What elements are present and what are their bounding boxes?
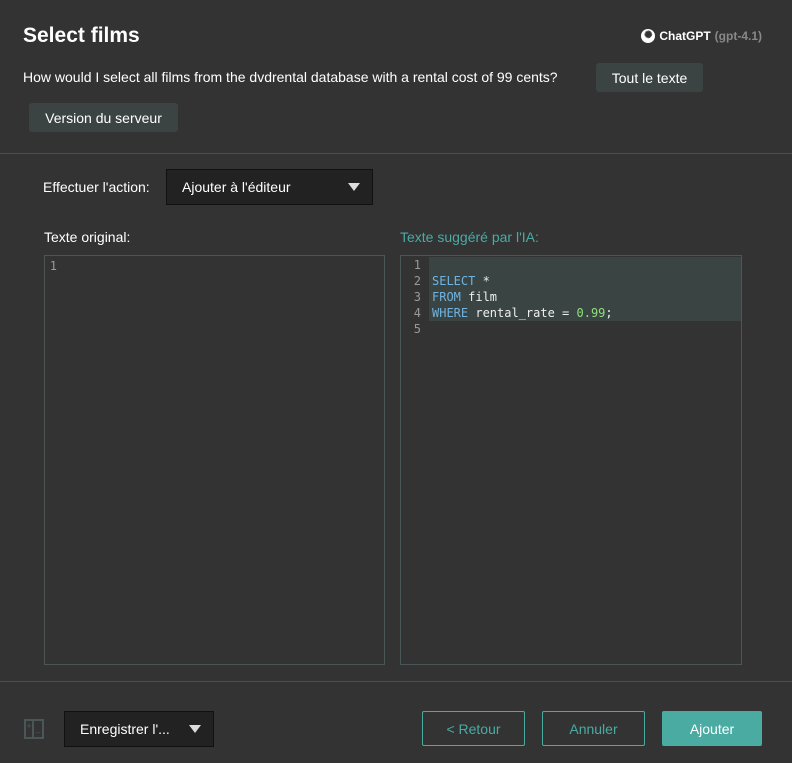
model-name: (gpt-4.1)	[714, 29, 762, 43]
original-label: Texte original:	[44, 229, 131, 245]
openai-logo-icon: ✺	[641, 29, 656, 43]
save-select[interactable]: Enregistrer l'...	[64, 711, 214, 747]
action-select-value: Ajouter à l'éditeur	[182, 179, 291, 195]
code-keyword: FROM	[432, 290, 461, 304]
add-button[interactable]: Ajouter	[662, 711, 762, 746]
action-select[interactable]: Ajouter à l'éditeur	[166, 169, 373, 205]
back-button[interactable]: < Retour	[422, 711, 525, 746]
dialog-title: Select films	[23, 24, 140, 47]
line-number: 1	[49, 259, 57, 273]
divider	[0, 153, 792, 154]
original-editor[interactable]: 1	[44, 255, 385, 665]
code-text: film	[460, 290, 498, 304]
divider	[0, 681, 792, 682]
line-number: 4	[413, 306, 421, 320]
chip-server-version[interactable]: Version du serveur	[29, 103, 178, 132]
chip-full-text[interactable]: Tout le texte	[596, 63, 703, 92]
code-text: *	[475, 274, 490, 288]
cancel-button[interactable]: Annuler	[542, 711, 645, 746]
line-number: 2	[413, 274, 421, 288]
chevron-down-icon	[348, 183, 360, 191]
code-text: rental_rate =	[468, 306, 577, 320]
suggested-editor[interactable]: 1 2 SELECT * 3 FROM film 4 WHERE rental_rat…	[400, 255, 742, 665]
code-keyword: SELECT	[432, 274, 476, 288]
ai-provider: ✺ ChatGPT (gpt-4.1)	[641, 29, 762, 43]
code-text: ;	[605, 306, 613, 320]
chevron-down-icon	[189, 725, 201, 733]
brand-name: ChatGPT	[659, 29, 711, 43]
save-select-value: Enregistrer l'...	[80, 721, 170, 737]
prompt-text: How would I select all films from the dv…	[23, 69, 558, 85]
action-label: Effectuer l'action:	[43, 179, 150, 195]
line-number: 1	[413, 258, 421, 272]
code-keyword: WHERE	[432, 306, 469, 320]
code-number: 0.99	[576, 306, 606, 320]
suggested-label: Texte suggéré par l'IA:	[400, 229, 539, 245]
line-number: 5	[413, 322, 421, 336]
split-view-icon[interactable]: + –	[24, 719, 44, 739]
line-number: 3	[413, 290, 421, 304]
